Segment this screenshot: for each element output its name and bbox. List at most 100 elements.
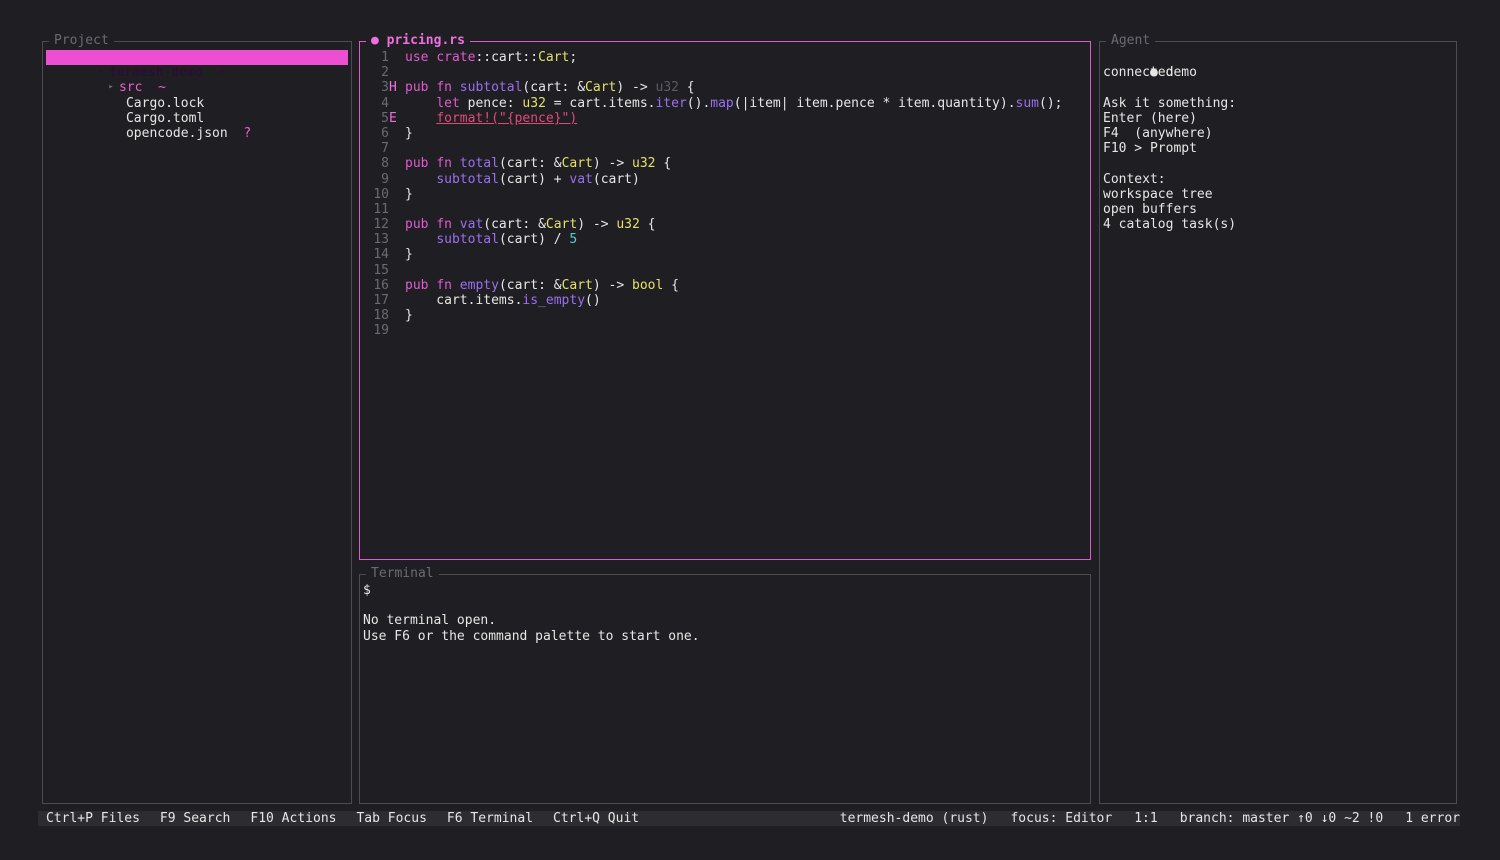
code-line[interactable]: 7 [363,141,1087,156]
code-text[interactable]: use crate::cart::Cart; [405,50,577,65]
code-line[interactable]: 16 pub fn empty(cart: &Cart) -> bool { [363,278,1087,293]
line-number: 19 [373,323,389,339]
file-tree[interactable]: ▾ termesh-demo ~ ▸ src ~ Cargo.lock Cargo.… [46,50,348,141]
line-number: 6 [381,125,389,141]
line-number: 2 [381,65,389,81]
gutter-marker: E [389,110,397,126]
code-text[interactable]: } [405,247,413,262]
line-number: 5 [381,110,389,126]
tree-item-status: ? [243,125,252,141]
context-item: workspace tree [1103,186,1213,202]
line-number: 17 [373,293,389,308]
code-text[interactable]: } [405,308,413,323]
status-project: termesh-demo (rust) [839,811,989,826]
code-text[interactable]: subtotal(cart) / 5 [405,232,577,247]
code-line[interactable]: 5E format!("{pence}") [363,111,1087,126]
ask-hint: F4 (anywhere) [1103,125,1213,141]
code-text[interactable]: pub fn total(cart: &Cart) -> u32 { [405,156,671,171]
line-number: 18 [373,308,389,324]
code-line[interactable]: 1 use crate::cart::Cart; [363,50,1087,65]
status-errors: 1 error [1405,811,1460,826]
status-info: termesh-demo (rust) focus: Editor 1:1 branc… [818,811,1460,826]
code-line[interactable]: 19 [363,323,1087,338]
code-line[interactable]: 11 [363,202,1087,217]
project-panel[interactable]: Project ▾ termesh-demo ~ ▸ src ~ Cargo.loc… [42,33,352,804]
code-text[interactable]: pub fn subtotal(cart: &Cart) -> u32 { [405,80,695,95]
code-text[interactable]: format!("{pence}") [405,111,577,126]
code-text[interactable]: } [405,126,413,141]
line-number: 9 [381,171,389,187]
line-number: 15 [373,262,389,278]
terminal-message-line: No terminal open. [363,613,497,629]
code-line[interactable]: 9 subtotal(cart) + vat(cart) [363,172,1087,187]
code-line[interactable]: 2 [363,65,1087,80]
agent-panel-title: Agent [1106,33,1156,49]
line-number: 14 [373,247,389,263]
code-line[interactable]: 18} [363,308,1087,323]
line-number: 3 [381,80,389,96]
line-number: 10 [373,186,389,202]
code-line[interactable]: 12 pub fn vat(cart: &Cart) -> u32 { [363,217,1087,232]
editor-filename: pricing.rs [386,33,465,48]
shortcut-files[interactable]: Ctrl+P Files [46,811,140,826]
shortcut-actions[interactable]: F10 Actions [250,811,336,826]
code-line[interactable]: 15 [363,263,1087,278]
context-heading: Context: [1103,171,1166,187]
ask-heading: Ask it something: [1103,95,1237,111]
context-item: open buffers [1103,201,1197,217]
code-line[interactable]: 14} [363,247,1087,262]
shortcut-hints: Ctrl+P Files F9 Search F10 Actions Tab Focu… [38,811,651,826]
terminal-panel[interactable]: Terminal $ No terminal open. Use F6 or t… [359,566,1091,804]
code-text[interactable]: pub fn vat(cart: &Cart) -> u32 { [405,217,656,232]
terminal-message-line: Use F6 or the command palette to start o… [363,628,700,644]
shortcut-focus[interactable]: Tab Focus [356,811,426,826]
shortcut-search[interactable]: F9 Search [160,811,230,826]
code-text[interactable]: } [405,187,413,202]
status-focus: focus: Editor [1010,811,1113,826]
code-text[interactable]: cart.items.is_empty() [405,293,600,308]
context-item: 4 catalog task(s) [1103,217,1237,233]
tree-item-cargo-lock[interactable]: Cargo.lock [46,80,348,111]
code-line[interactable]: 8 pub fn total(cart: &Cart) -> u32 { [363,156,1087,171]
status-bar: Ctrl+P Files F9 Search F10 Actions Tab Focu… [38,811,1460,826]
agent-state: connected [1103,65,1174,81]
code-text[interactable]: let pence: u32 = cart.items.iter().map(|… [405,96,1062,111]
editor-panel[interactable]: ● pricing.rs 1 use crate::cart::Cart;2 3H p… [359,33,1091,560]
tree-item-cargo-toml[interactable]: Cargo.toml [46,96,348,126]
code-line[interactable]: 6} [363,126,1087,141]
code-line[interactable]: 4 let pence: u32 = cart.items.iter().map… [363,96,1087,111]
line-number: 16 [373,277,389,293]
ask-hint: F10 > Prompt [1103,141,1197,157]
ask-hint: Enter (here) [1103,110,1197,126]
modified-dot-icon: ● [371,33,379,48]
agent-header: ● demo [1103,50,1453,80]
project-panel-title: Project [49,33,114,49]
tree-item-opencode-json[interactable]: opencode.json ? [46,111,348,141]
line-number: 12 [373,217,389,233]
terminal-prompt[interactable]: $ [363,583,1087,598]
tree-item-label: opencode.json [125,125,228,141]
status-branch: branch: master ↑0 ↓0 ~2 !0 [1179,811,1384,826]
code-line[interactable]: 10} [363,187,1087,202]
agent-panel[interactable]: Agent ● demo connected Ask it something:… [1099,33,1457,804]
status-cursor: 1:1 [1134,811,1158,826]
code-text[interactable]: pub fn empty(cart: &Cart) -> bool { [405,278,679,293]
code-text[interactable]: subtotal(cart) + vat(cart) [405,172,640,187]
code-line[interactable]: 17 cart.items.is_empty() [363,293,1087,308]
line-number: 1 [381,50,389,65]
shortcut-quit[interactable]: Ctrl+Q Quit [553,811,639,826]
line-number: 7 [381,141,389,157]
tree-item-src[interactable]: ▸ src ~ [46,65,348,95]
terminal-panel-title: Terminal [366,566,439,582]
code-area[interactable]: 1 use crate::cart::Cart;2 3H pub fn subtota… [363,50,1087,339]
line-number: 8 [381,156,389,172]
line-number: 13 [373,232,389,248]
line-number: 4 [381,95,389,111]
code-line[interactable]: 3H pub fn subtotal(cart: &Cart) -> u32 { [363,80,1087,95]
gutter-marker: H [389,80,397,96]
tree-root-termesh-demo[interactable]: ▾ termesh-demo ~ [46,50,348,80]
line-number: 11 [373,201,389,217]
shortcut-terminal[interactable]: F6 Terminal [447,811,533,826]
code-line[interactable]: 13 subtotal(cart) / 5 [363,232,1087,247]
editor-tab[interactable]: ● pricing.rs [366,33,470,49]
